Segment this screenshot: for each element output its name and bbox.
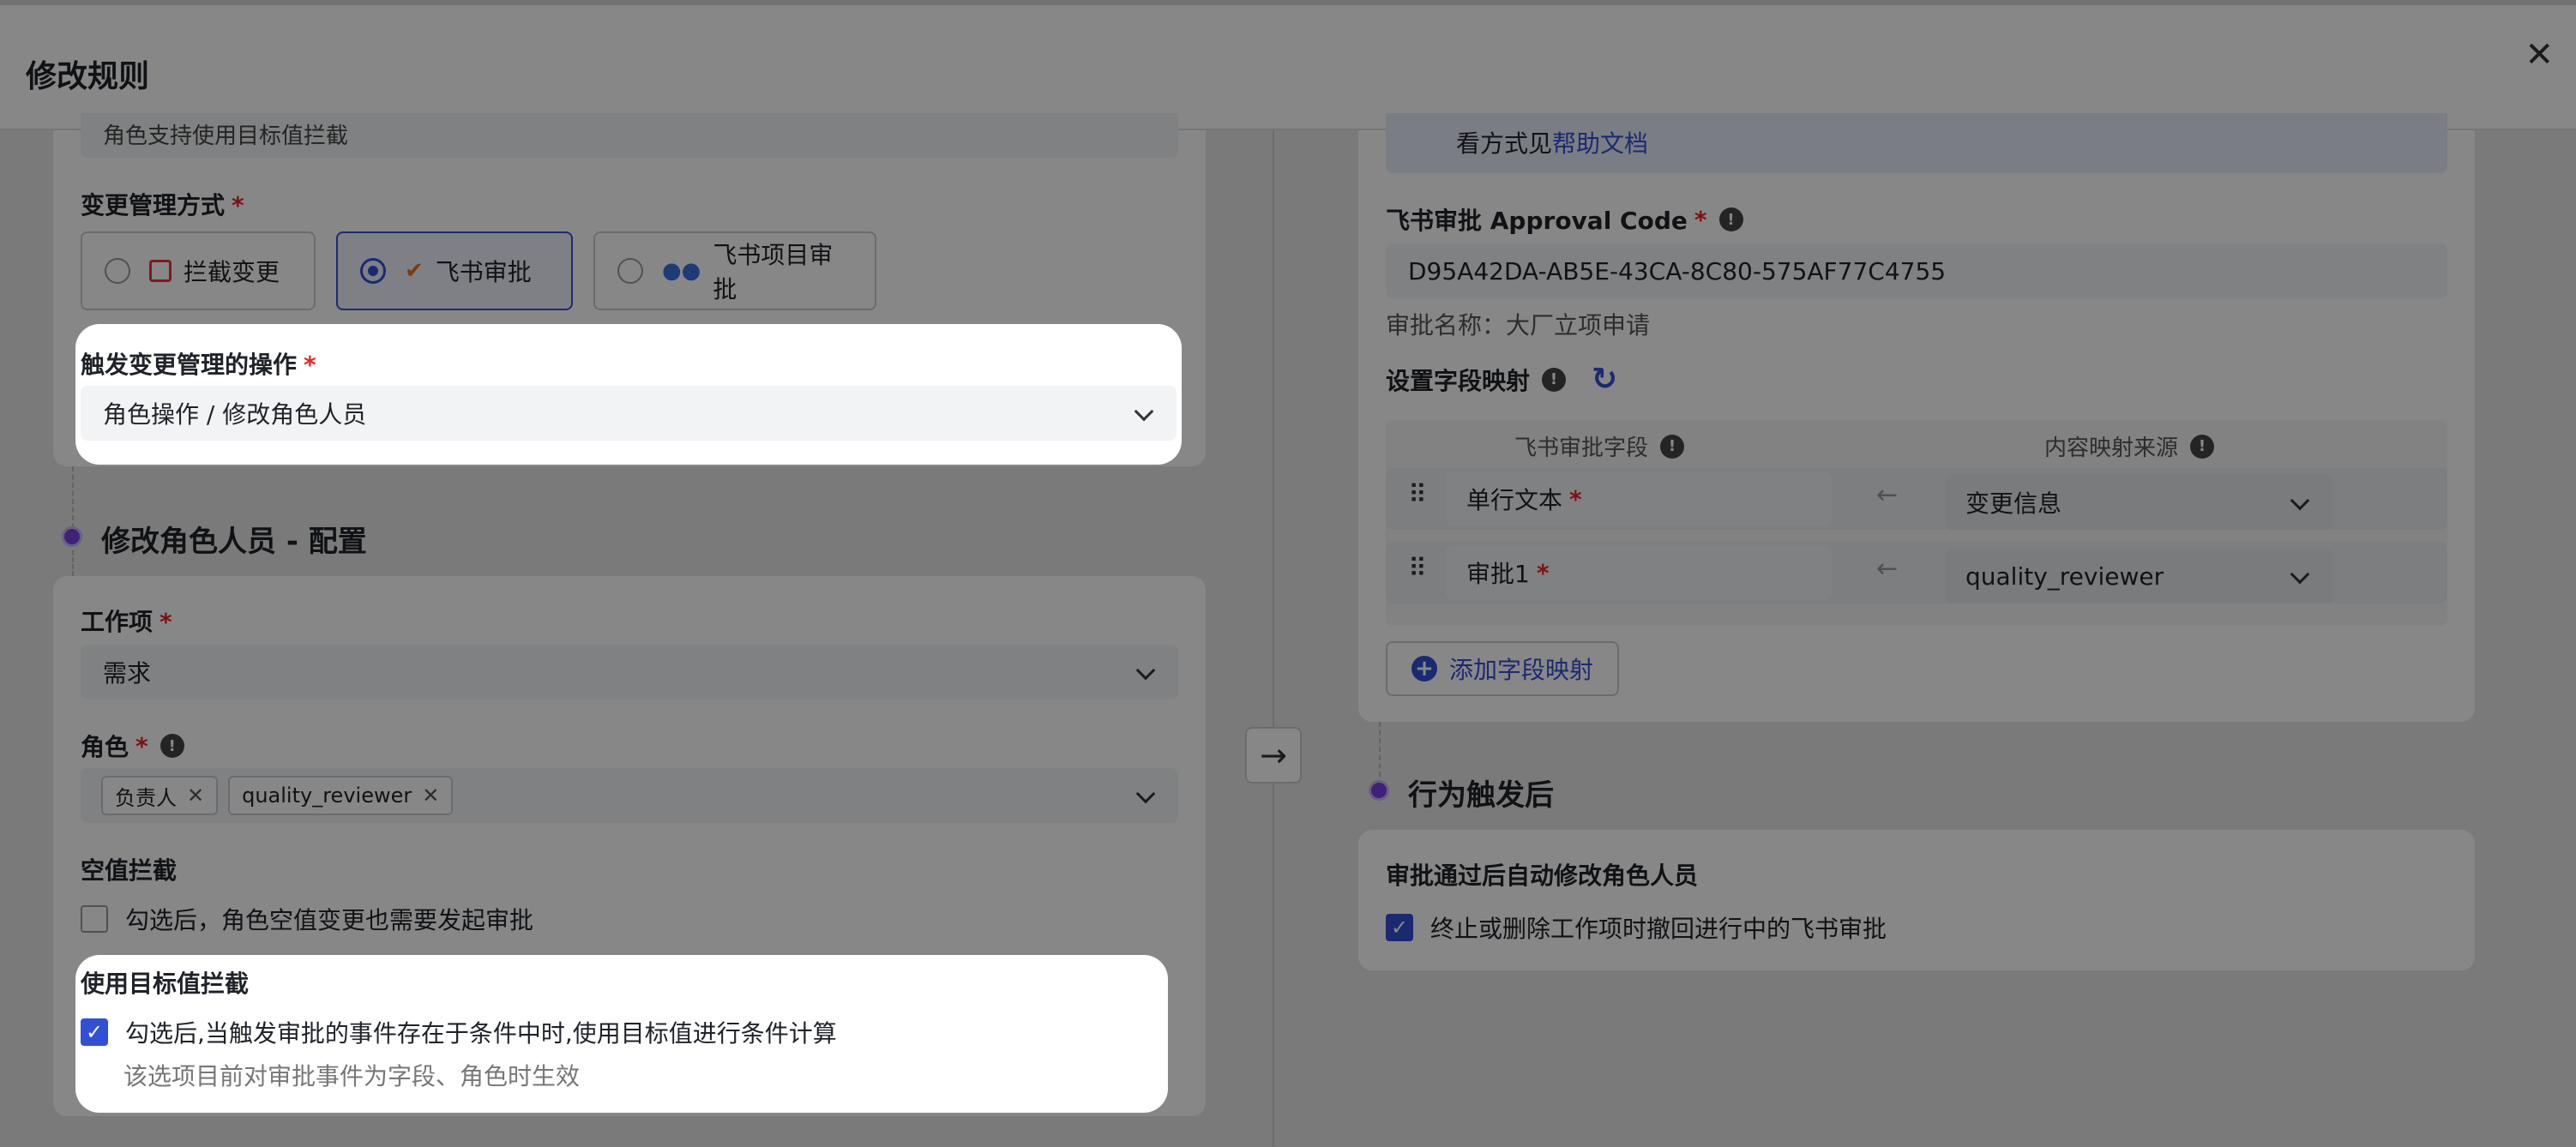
after-label: 审批通过后自动修改角色人员 [1386,862,1699,890]
option-feishu-project-label: 飞书项目审批 [713,241,834,303]
radio-feishu-approval[interactable] [360,258,386,284]
help-doc-link[interactable]: 帮助文档 [1552,129,1648,158]
null-intercept-label: 空值拦截 [81,856,178,885]
chevron-down-icon [2290,564,2310,585]
revoke-approval-checkbox[interactable]: ✓ [1386,914,1413,941]
change-mgmt-label: 变更管理方式 * [81,191,244,219]
option-feishu-project[interactable]: ●● 飞书项目审批 [593,231,876,310]
truncated-top-text: 角色支持使用目标值拦截 [103,123,349,149]
role-select[interactable]: 负责人 ✕ quality_reviewer ✕ [81,768,1178,823]
approval-card: 看方式见帮助文档 飞书审批 Approval Code * ! D95A42DA-… [1358,113,2475,722]
col-header-source: 内容映射来源! [2044,430,2215,462]
mapping-source-select[interactable]: quality_reviewer [1945,549,2332,604]
target-intercept-hint: 该选项目前对审批事件为字段、角色时生效 [123,1062,581,1090]
feishu-project-icon: ●● [662,258,701,284]
trigger-highlight: 触发变更管理的操作 * 角色操作 / 修改角色人员 [75,324,1182,465]
table-row: ⠿ 审批1 * ← quality_reviewer [1386,542,2447,604]
remove-tag-icon[interactable]: ✕ [187,784,204,808]
arrow-left-icon: ← [1876,554,1899,584]
info-icon[interactable]: ! [1660,434,1685,459]
section-dot [62,526,82,547]
info-icon[interactable]: ! [1718,207,1743,231]
intercept-icon [149,260,172,282]
info-icon[interactable]: ! [2190,434,2215,459]
target-intercept-highlight: 使用目标值拦截 ✓ 勾选后,当触发审批的事件存在于条件中时,使用目标值进行条件计… [75,955,1168,1113]
help-tip: 看方式见帮助文档 [1386,113,2447,173]
null-intercept-checkbox[interactable] [81,905,108,933]
drag-handle-icon[interactable]: ⠿ [1408,480,1427,510]
feishu-approval-icon: ✔ [405,258,424,284]
field-mapping-label: 设置字段映射 ! ↻ [1386,362,1618,397]
revoke-approval-option[interactable]: ✓ 终止或删除工作项时撤回进行中的飞书审批 [1386,910,1887,945]
trigger-label: 触发变更管理的操作 * [81,351,316,379]
role-label: 角色 * ! [81,729,184,763]
refresh-icon[interactable]: ↻ [1592,362,1617,397]
info-icon[interactable]: ! [159,734,184,758]
col-header-field: 飞书审批字段! [1514,430,1685,462]
target-intercept-checkbox[interactable]: ✓ [81,1018,108,1046]
plus-icon: + [1411,656,1437,682]
option-feishu-approval[interactable]: ✔ 飞书审批 [336,231,573,310]
chevron-down-icon [2290,490,2310,511]
trigger-select[interactable]: 角色操作 / 修改角色人员 [81,386,1177,441]
modal-header: 修改规则 ✕ [0,0,2576,130]
arrow-left-icon: ← [1876,480,1899,510]
approval-code-input[interactable]: D95A42DA-AB5E-43CA-8C80-575AF77C4755 [1386,243,2447,298]
info-icon[interactable]: ! [1542,367,1567,392]
after-trigger-card: 审批通过后自动修改角色人员 ✓ 终止或删除工作项时撤回进行中的飞书审批 [1358,830,2475,970]
mapping-field: 审批1 * [1446,545,1832,600]
table-row: ⠿ 单行文本 * ← 变更信息 [1386,468,2447,530]
target-intercept-label: 使用目标值拦截 [81,970,250,998]
option-feishu-approval-label: 飞书审批 [435,258,532,286]
radio-feishu-project[interactable] [617,258,643,284]
close-icon[interactable]: ✕ [2525,38,2554,72]
chevron-down-icon [1134,401,1154,422]
mapping-field: 单行文本 * [1446,471,1832,526]
target-intercept-option[interactable]: ✓ 勾选后,当触发审批的事件存在于条件中时,使用目标值进行条件计算 [81,1015,837,1049]
column-divider [1273,130,1274,1147]
arrow-right-icon: → [1245,727,1302,784]
add-field-mapping-button[interactable]: + 添加字段映射 [1386,641,1620,696]
chevron-down-icon [1135,784,1156,804]
null-intercept-option[interactable]: 勾选后，角色空值变更也需要发起审批 [81,902,533,936]
section-dot [1369,780,1389,801]
remove-tag-icon[interactable]: ✕ [422,784,439,808]
work-item-select[interactable]: 需求 [81,645,1178,700]
page-title: 修改规则 [26,59,150,94]
approval-name: 审批名称：大厂立项申请 [1386,311,1651,339]
role-tag: 负责人 ✕ [101,776,219,815]
radio-intercept[interactable] [105,258,130,284]
approval-code-label: 飞书审批 Approval Code * ! [1386,202,1743,237]
role-tag: quality_reviewer ✕ [228,776,454,815]
drag-handle-icon[interactable]: ⠿ [1408,554,1427,584]
after-section-title: 行为触发后 [1408,778,1554,813]
option-intercept[interactable]: 拦截变更 [81,231,316,310]
option-intercept-label: 拦截变更 [184,258,280,286]
mapping-source-select[interactable]: 变更信息 [1945,475,2332,530]
config-section-title: 修改角色人员 - 配置 [101,525,367,559]
field-mapping-table: 飞书审批字段! 内容映射来源! ⠿ 单行文本 * ← 变更信息 ⠿ 审批1 * ← … [1386,420,2447,626]
chevron-down-icon [1135,660,1156,681]
work-item-label: 工作项 * [81,608,172,636]
